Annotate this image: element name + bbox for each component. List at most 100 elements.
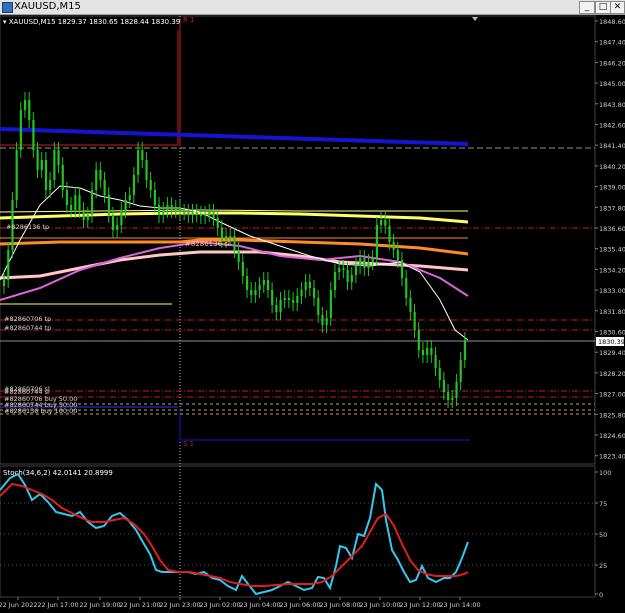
price-tick-label: 1841.40 (599, 142, 625, 150)
candle (338, 268, 341, 272)
stoch-tick-label: 0 (599, 591, 603, 599)
price-tick-label: 1831.80 (599, 308, 625, 316)
candle (421, 350, 425, 355)
candle (204, 214, 207, 216)
price-tick-label: 1833.00 (599, 287, 625, 295)
stoch-levels (0, 502, 595, 566)
candle (354, 266, 358, 275)
candle (451, 398, 454, 400)
time-axis: 22 Jun 2022 22 Jun 17:00 22 Jun 19:0022 Ju… (0, 597, 481, 609)
candle (380, 220, 383, 225)
candle (367, 262, 370, 268)
time-tick-label: 22 Jun 23:00 (159, 601, 200, 609)
price-chart[interactable]: R 1 S 1 #8286136 sl #8286136 tp #8286070… (0, 0, 625, 613)
candle (141, 150, 144, 160)
price-tick-label: 1834.20 (599, 266, 625, 274)
candle (199, 214, 203, 216)
r1-label: R 1 (183, 16, 195, 24)
candle (187, 212, 190, 215)
price-axis: 1848.60 1847.40 1846.20 1845.00 1843.80 1842.… (595, 18, 625, 461)
candle (99, 170, 102, 180)
candle (57, 150, 60, 165)
candle (116, 225, 119, 230)
price-tick-label: 1845.00 (599, 80, 625, 88)
candle (170, 205, 173, 210)
candle (359, 258, 362, 266)
candle (208, 212, 211, 214)
candle (426, 348, 429, 355)
candle (95, 170, 98, 190)
candle (325, 318, 328, 325)
candle (183, 212, 186, 214)
candle (178, 208, 182, 212)
candle (44, 160, 48, 190)
candle (158, 205, 161, 215)
candle (216, 218, 219, 228)
candle (82, 210, 85, 220)
order-label: #8286136 tp (6, 223, 49, 231)
candle (350, 275, 353, 282)
candle (162, 210, 165, 215)
candle (149, 180, 152, 190)
time-tick-label: 22 Jun 17:00 (37, 601, 78, 609)
time-tick-label: 23 Jun 08:00 (319, 601, 360, 609)
stoch-signal-line (0, 482, 469, 587)
candle (292, 300, 295, 303)
price-tick-label: 1839.00 (599, 184, 625, 192)
candle (329, 290, 332, 318)
price-tick-label: 1848.60 (599, 18, 625, 26)
candle (19, 110, 22, 150)
candle (245, 276, 249, 290)
time-tick-label: 22 Jun 2022 (0, 601, 38, 609)
candles (3, 92, 467, 408)
price-tick-label: 1824.60 (599, 432, 625, 440)
candle (266, 280, 270, 290)
candle (296, 296, 299, 303)
candle (463, 340, 467, 360)
candle (241, 262, 244, 276)
candle (434, 355, 437, 368)
candle (233, 236, 236, 250)
candle (220, 228, 224, 240)
candle (90, 190, 94, 215)
candle (275, 305, 278, 312)
candle (283, 298, 286, 300)
s1-level-line (179, 408, 470, 441)
candle (40, 160, 43, 170)
price-tick-label: 1842.60 (599, 122, 625, 130)
price-tick-label: 1837.80 (599, 204, 625, 212)
price-tick-label: 1847.40 (599, 39, 625, 47)
candle (417, 330, 420, 350)
candle (287, 298, 291, 300)
candle (413, 312, 416, 330)
order-label: #82860744 tp (4, 324, 51, 332)
candle (346, 270, 349, 282)
candle (237, 250, 240, 262)
candle (212, 212, 215, 218)
candle (74, 195, 77, 210)
price-tick-label: 1825.80 (599, 411, 625, 419)
candle (137, 150, 140, 175)
candle (308, 282, 312, 288)
stoch-axis: 100 75 50 25 0 (595, 469, 611, 599)
candle (61, 165, 64, 190)
yellow-ma (0, 211, 469, 224)
price-tick-label: 1836.60 (599, 225, 625, 233)
current-price-label: 1830.39 (598, 338, 625, 346)
shift-marker-icon[interactable] (472, 17, 478, 21)
chart-info: ▾ XAUUSD,M15 1829.37 1830.65 1828.44 183… (3, 18, 180, 26)
candle (254, 290, 257, 295)
candle (342, 268, 345, 270)
stoch-tick-label: 50 (599, 531, 607, 539)
candle (65, 190, 69, 205)
time-tick-label: 23 Jun 06:00 (279, 601, 320, 609)
candle (304, 282, 307, 290)
candle (455, 382, 458, 398)
time-tick-label: 22 Jun 21:00 (119, 601, 160, 609)
blue-trend-line[interactable] (0, 127, 469, 146)
ma-text-label: #8286136 sl (185, 240, 230, 248)
candle (174, 208, 177, 210)
candle (78, 195, 81, 210)
candle (313, 288, 316, 298)
candle (120, 210, 123, 225)
